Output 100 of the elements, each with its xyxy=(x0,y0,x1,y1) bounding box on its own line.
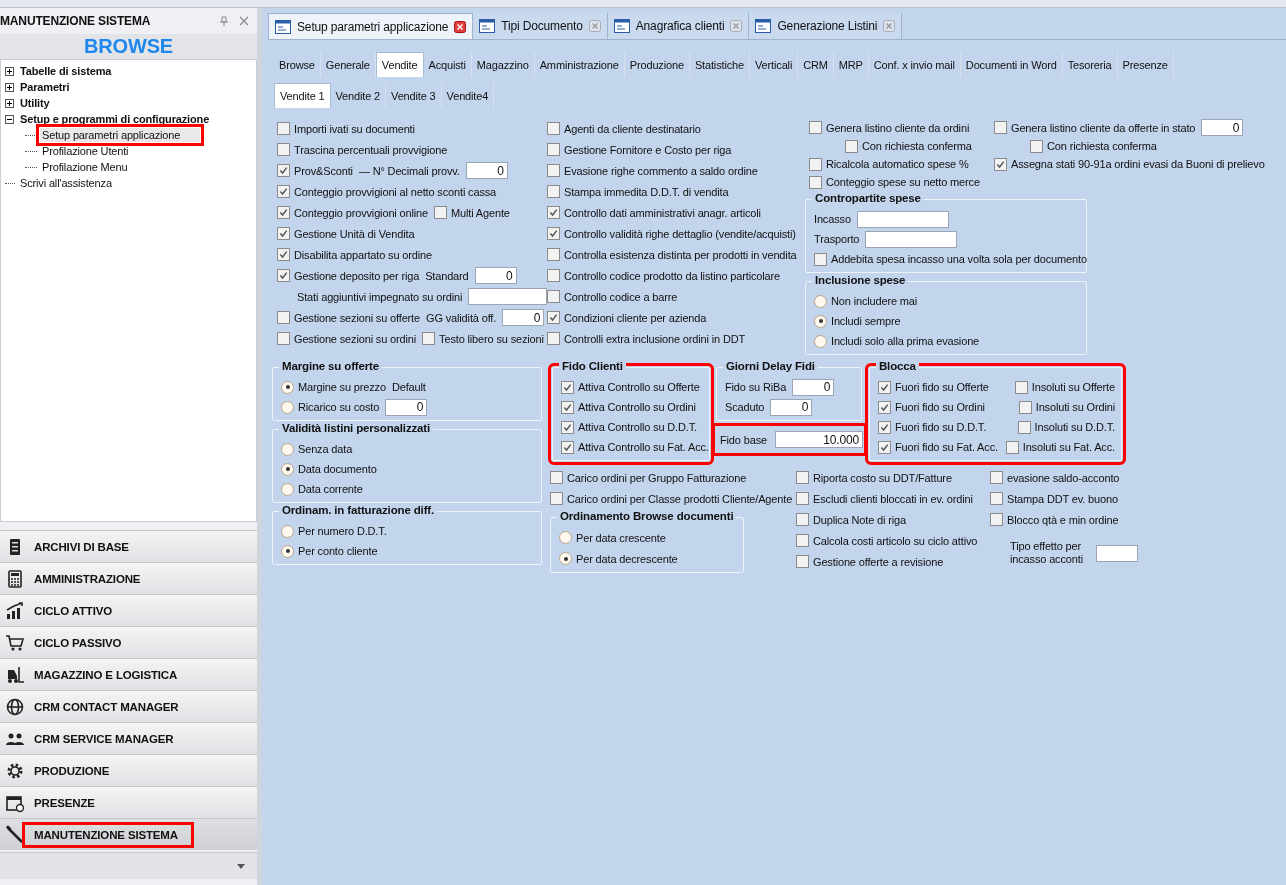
checkbox[interactable] xyxy=(561,400,574,414)
checkbox[interactable] xyxy=(277,332,290,345)
tab[interactable]: Vendite 3 xyxy=(386,83,442,108)
radio-button[interactable] xyxy=(814,294,827,308)
nav-button[interactable]: ARCHIVI DI BASE xyxy=(0,530,257,562)
checkbox[interactable] xyxy=(1017,420,1031,434)
checkbox[interactable] xyxy=(990,513,1003,526)
input-field[interactable]: 0 xyxy=(474,267,517,284)
tab[interactable]: Acquisti xyxy=(423,52,472,77)
radio-button[interactable] xyxy=(559,531,572,544)
checkbox[interactable] xyxy=(877,440,891,454)
expand-icon[interactable] xyxy=(5,66,14,76)
tree-item[interactable]: Utility xyxy=(18,96,52,110)
nav-button[interactable]: CRM CONTACT MANAGER xyxy=(0,690,257,722)
radio-button[interactable] xyxy=(814,314,827,328)
radio-button[interactable] xyxy=(814,334,827,348)
checkbox[interactable] xyxy=(877,400,891,414)
checkbox[interactable] xyxy=(277,206,290,219)
checkbox[interactable] xyxy=(547,332,560,345)
checkbox[interactable] xyxy=(877,420,891,434)
tab[interactable]: Amministrazione xyxy=(534,52,625,77)
radio-button[interactable] xyxy=(281,442,294,456)
input-field[interactable]: 0 xyxy=(792,378,835,396)
tab[interactable]: Generale xyxy=(320,52,376,77)
tab[interactable]: Magazzino xyxy=(471,52,535,77)
checkbox[interactable] xyxy=(277,311,290,324)
checkbox[interactable] xyxy=(1030,139,1043,153)
checkbox[interactable] xyxy=(547,290,560,303)
checkbox[interactable] xyxy=(796,492,809,505)
document-tab[interactable]: Anagrafica clienti xyxy=(607,13,750,39)
checkbox[interactable] xyxy=(547,164,560,177)
checkbox[interactable] xyxy=(1005,440,1019,454)
tree-item[interactable]: Profilazione Menu xyxy=(40,160,130,174)
tab[interactable]: Presenze xyxy=(1117,52,1174,77)
expand-icon[interactable] xyxy=(5,98,14,108)
document-tab[interactable]: Generazione Listini xyxy=(749,13,903,39)
checkbox[interactable] xyxy=(1014,380,1028,394)
tab[interactable]: Browse xyxy=(274,52,321,77)
checkbox[interactable] xyxy=(547,311,560,324)
nav-button[interactable]: AMMINISTRAZIONE xyxy=(0,562,257,594)
nav-button[interactable]: MAGAZZINO E LOGISTICA xyxy=(0,658,257,690)
checkbox[interactable] xyxy=(877,380,891,394)
checkbox[interactable] xyxy=(796,555,809,568)
expand-icon[interactable] xyxy=(5,82,14,92)
checkbox[interactable] xyxy=(561,420,574,434)
tree-item[interactable]: Tabelle di sistema xyxy=(18,64,114,78)
nav-button[interactable]: CICLO ATTIVO xyxy=(0,594,257,626)
checkbox[interactable] xyxy=(277,227,290,240)
tree-item[interactable]: Parametri xyxy=(18,80,72,94)
checkbox[interactable] xyxy=(277,122,290,135)
input-field[interactable]: 0 xyxy=(770,398,813,416)
checkbox[interactable] xyxy=(809,121,822,134)
tab[interactable]: Documenti in Word xyxy=(960,52,1063,77)
input-field[interactable] xyxy=(1096,544,1138,562)
pin-icon[interactable] xyxy=(219,16,229,26)
checkbox[interactable] xyxy=(277,185,290,198)
checkbox[interactable] xyxy=(809,175,822,189)
checkbox[interactable] xyxy=(796,513,809,526)
tab[interactable]: Conf. x invio mail xyxy=(868,52,961,77)
radio-button[interactable] xyxy=(281,482,294,496)
document-tab[interactable]: Setup parametri applicazione xyxy=(268,13,474,39)
checkbox[interactable] xyxy=(561,380,574,394)
checkbox[interactable] xyxy=(547,185,560,198)
checkbox[interactable] xyxy=(547,206,560,219)
nav-button[interactable]: PRODUZIONE xyxy=(0,754,257,786)
checkbox[interactable] xyxy=(277,269,290,282)
checkbox[interactable] xyxy=(277,143,290,156)
input-field[interactable]: 10.000 xyxy=(774,431,863,448)
checkbox[interactable] xyxy=(277,164,290,177)
close-icon[interactable] xyxy=(454,20,467,33)
checkbox[interactable] xyxy=(994,157,1007,171)
nav-button[interactable]: PRESENZE xyxy=(0,786,257,818)
checkbox[interactable] xyxy=(796,534,809,547)
radio-button[interactable] xyxy=(281,400,294,414)
caret-icon[interactable] xyxy=(237,863,245,869)
radio-button[interactable] xyxy=(281,380,294,394)
checkbox[interactable] xyxy=(845,139,858,153)
tab[interactable]: Vendite4 xyxy=(441,83,495,108)
radio-button[interactable] xyxy=(281,524,294,538)
checkbox[interactable] xyxy=(561,440,574,454)
checkbox[interactable] xyxy=(547,122,560,135)
input-field[interactable]: 0 xyxy=(502,309,545,326)
checkbox[interactable] xyxy=(547,269,560,282)
tree-item[interactable]: Scrivi all'assistenza xyxy=(18,176,114,190)
checkbox[interactable] xyxy=(796,471,809,484)
checkbox[interactable] xyxy=(1018,400,1032,414)
document-tab[interactable]: Tipi Documento xyxy=(473,13,608,39)
tree-item[interactable]: Profilazione Utenti xyxy=(40,144,131,158)
radio-button[interactable] xyxy=(281,462,294,476)
checkbox[interactable] xyxy=(990,492,1003,505)
checkbox[interactable] xyxy=(547,248,560,261)
tab[interactable]: Vendite xyxy=(375,52,424,77)
input-field[interactable] xyxy=(468,288,547,305)
tree-item[interactable]: Setup e programmi di configurazione xyxy=(18,112,212,126)
tab[interactable]: MRP xyxy=(833,52,869,77)
input-field[interactable] xyxy=(865,230,958,248)
checkbox[interactable] xyxy=(547,143,560,156)
checkbox[interactable] xyxy=(277,248,290,261)
collapse-icon[interactable] xyxy=(5,114,14,124)
radio-button[interactable] xyxy=(559,552,572,565)
